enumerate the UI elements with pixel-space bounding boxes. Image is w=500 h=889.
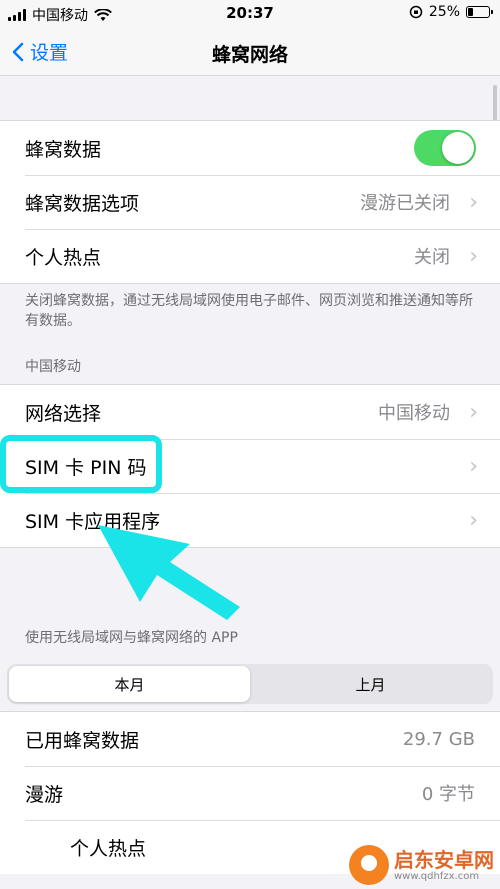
roaming-label: 漫游: [25, 783, 64, 806]
cellular-options-label: 蜂窝数据选项: [25, 192, 140, 215]
cellular-options-row[interactable]: 蜂窝数据选项 漫游已关闭 ›: [0, 175, 500, 229]
apps-section-header: 使用无线局域网与蜂窝网络的 APP: [25, 630, 238, 646]
orientation-lock-icon: [409, 5, 423, 19]
chevron-right-icon: ›: [469, 507, 478, 533]
cellular-data-row: 蜂窝数据: [0, 121, 500, 175]
page-title: 蜂窝网络: [211, 44, 288, 66]
hotspot-value: 关闭: [414, 247, 450, 268]
watermark: 启东安卓网 www.qdhfzx.com: [349, 845, 494, 885]
battery-percent: 25%: [428, 4, 460, 20]
cellular-footnote: 关闭蜂窝数据，通过无线局域网使用电子邮件、网页浏览和推送通知等所有数据。: [25, 293, 473, 329]
chevron-right-icon: ›: [469, 189, 478, 215]
used-data-label: 已用蜂窝数据: [25, 729, 140, 752]
roaming-value: 0 字节: [421, 784, 475, 805]
carrier-section-header: 中国移动: [25, 359, 81, 375]
usage-hotspot-label: 个人热点: [70, 837, 147, 860]
battery-icon: [466, 6, 493, 18]
cellular-data-label: 蜂窝数据: [25, 138, 102, 161]
hotspot-row[interactable]: 个人热点 关闭 ›: [0, 229, 500, 283]
cellular-group: 蜂窝数据 蜂窝数据选项 漫游已关闭 › 个人热点 关闭 ›: [0, 120, 500, 284]
network-selection-row[interactable]: 网络选择 中国移动 ›: [0, 385, 500, 439]
cellular-options-value: 漫游已关闭: [360, 193, 450, 214]
status-bar: 中国移动 20:37 25%: [0, 0, 500, 28]
pointer-arrow-icon: [98, 525, 240, 620]
used-data-row: 已用蜂窝数据 29.7 GB: [0, 712, 500, 766]
segment-current-period[interactable]: 本月: [9, 666, 250, 702]
chevron-right-icon: ›: [469, 243, 478, 269]
period-segmented-control: 本月 上月: [7, 664, 493, 704]
segment-last-period[interactable]: 上月: [250, 666, 491, 702]
navigation-bar: 设置 蜂窝网络: [0, 28, 500, 76]
roaming-row: 漫游 0 字节: [0, 766, 500, 820]
chevron-right-icon: ›: [469, 399, 478, 425]
network-selection-value: 中国移动: [378, 403, 450, 424]
sim-apps-row[interactable]: SIM 卡应用程序 ›: [0, 493, 500, 547]
highlight-box: [0, 435, 162, 493]
cellular-data-toggle[interactable]: [414, 130, 476, 166]
watermark-url: www.qdhfzx.com: [394, 870, 480, 882]
network-selection-label: 网络选择: [25, 402, 102, 425]
watermark-logo-icon: [349, 845, 389, 885]
chevron-right-icon: ›: [469, 453, 478, 479]
hotspot-label: 个人热点: [25, 246, 102, 269]
used-data-value: 29.7 GB: [402, 728, 475, 750]
watermark-name: 启东安卓网: [394, 847, 494, 872]
